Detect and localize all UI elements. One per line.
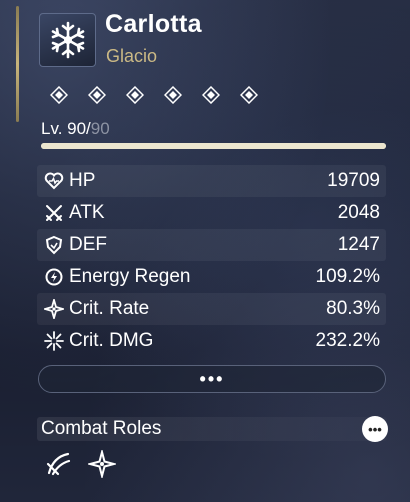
stat-label: DEF [69, 234, 107, 255]
combat-role-icons [43, 449, 117, 479]
stat-row-crit-rate: Crit. Rate 80.3% [37, 293, 386, 325]
stat-row-def: DEF 1247 [37, 229, 386, 261]
sparkle-role-icon[interactable] [87, 449, 117, 479]
energy-regen-icon [43, 266, 65, 288]
sequence-node-icon[interactable] [240, 86, 258, 104]
stat-label: Crit. Rate [69, 298, 150, 319]
sequence-node-icon[interactable] [164, 86, 182, 104]
more-stats-button[interactable]: ••• [38, 365, 386, 393]
combat-roles-title: Combat Roles [41, 418, 162, 439]
stat-value: 1247 [337, 234, 380, 255]
stats-list: HP 19709 ATK 2048 DEF 1247 Energy Regen … [37, 165, 386, 357]
sequence-node-icon[interactable] [126, 86, 144, 104]
hp-icon [43, 170, 65, 192]
stat-label: ATK [69, 202, 105, 223]
slash-role-icon[interactable] [43, 449, 73, 479]
level-bar [41, 143, 386, 149]
stat-row-crit-dmg: Crit. DMG 232.2% [37, 325, 386, 357]
atk-icon [43, 202, 65, 224]
crit-dmg-icon [43, 330, 65, 352]
stat-row-hp: HP 19709 [37, 165, 386, 197]
def-icon [43, 234, 65, 256]
stat-value: 19709 [327, 170, 380, 191]
crit-rate-icon [43, 298, 65, 320]
stat-value: 80.3% [326, 298, 380, 319]
element-name: Glacio [106, 46, 158, 66]
stat-value: 232.2% [315, 330, 380, 351]
sequence-node-icon[interactable] [202, 86, 220, 104]
level-text: Lv. 90/90 [41, 119, 110, 139]
stat-row-energy-regen: Energy Regen 109.2% [37, 261, 386, 293]
sequence-node-icon[interactable] [88, 86, 106, 104]
level-max: 90 [90, 119, 110, 138]
stat-label: HP [69, 170, 96, 191]
stat-value: 109.2% [315, 266, 380, 287]
sequence-nodes [50, 86, 258, 104]
character-name: Carlotta [105, 10, 202, 38]
accent-bar [16, 6, 19, 122]
combat-roles-more-button[interactable]: ••• [362, 416, 388, 442]
stat-value: 2048 [337, 202, 380, 223]
stat-row-atk: ATK 2048 [37, 197, 386, 229]
sequence-node-icon[interactable] [50, 86, 68, 104]
stat-label: Energy Regen [69, 266, 191, 287]
element-badge [39, 13, 96, 67]
stat-label: Crit. DMG [69, 330, 154, 351]
level-current: Lv. 90/ [41, 119, 91, 138]
snowflake-icon [51, 21, 84, 59]
level-bar-fill [41, 143, 386, 149]
